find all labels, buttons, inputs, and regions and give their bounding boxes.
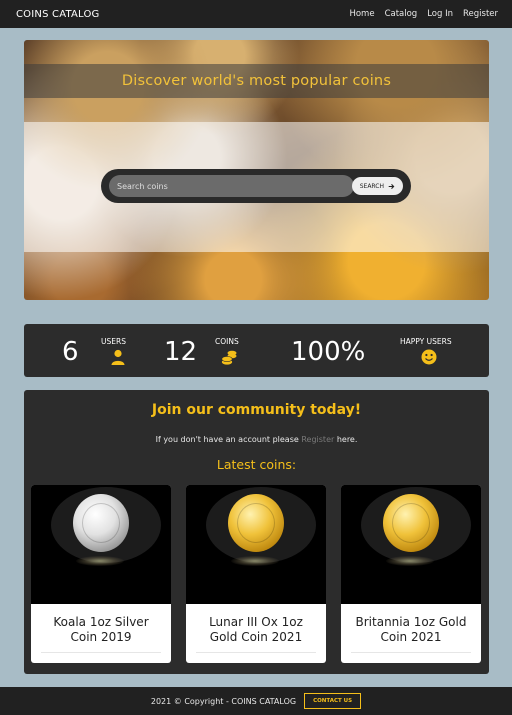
- card-divider: [41, 652, 161, 653]
- users-count: 6: [62, 337, 79, 367]
- coin-reflection: [76, 556, 124, 566]
- register-link[interactable]: Register: [301, 435, 334, 444]
- coin-title-line: Coin 2021: [380, 629, 442, 644]
- coin-reflection: [386, 556, 434, 566]
- coin-image: [73, 494, 129, 552]
- brand-logo[interactable]: COINS CATALOG: [16, 9, 99, 20]
- community-section: Join our community today! If you don't h…: [24, 390, 489, 674]
- happy-users-label: HAPPY USERS: [400, 337, 452, 346]
- smile-icon: [421, 349, 437, 365]
- coin-image: [383, 494, 439, 552]
- nav-links: Home Catalog Log In Register: [349, 9, 498, 19]
- card-divider: [351, 652, 471, 653]
- nav-login-link[interactable]: Log In: [427, 9, 453, 19]
- hero-title: Discover world's most popular coins: [121, 73, 392, 89]
- coin-card[interactable]: Koala 1oz Silver Coin 2019: [31, 485, 171, 663]
- contact-us-button[interactable]: CONTACT US: [304, 693, 362, 709]
- coin-card-title[interactable]: Britannia 1oz Gold Coin 2021: [347, 615, 475, 644]
- arrow-right-icon: [388, 183, 395, 189]
- coin-card-image: [186, 485, 326, 604]
- coin-card-title[interactable]: Lunar III Ox 1oz Gold Coin 2021: [192, 615, 320, 644]
- hero-title-band: Discover world's most popular coins: [24, 64, 489, 98]
- footer: 2021 © Copyright - COINS CATALOG CONTACT…: [0, 687, 512, 715]
- coin-card[interactable]: Lunar III Ox 1oz Gold Coin 2021: [186, 485, 326, 663]
- join-text: If you don't have an account please Regi…: [24, 435, 489, 444]
- happy-users-percent: 100%: [291, 337, 366, 367]
- user-icon: [111, 349, 125, 365]
- latest-coins-title: Latest coins:: [216, 457, 297, 472]
- join-text-after: here.: [336, 435, 358, 444]
- coin-card-title[interactable]: Koala 1oz Silver Coin 2019: [37, 615, 165, 644]
- coin-card-image: [31, 485, 171, 604]
- hero-banner: Discover world's most popular coins SEAR…: [24, 40, 489, 300]
- coin-title-line: Coin 2019: [70, 629, 132, 644]
- coins-label: COINS: [215, 337, 239, 346]
- navbar: COINS CATALOG Home Catalog Log In Regist…: [0, 0, 512, 28]
- coin-title-line: Lunar III Ox 1oz: [209, 615, 303, 629]
- join-text-before: If you don't have an account please: [155, 435, 299, 444]
- nav-home-link[interactable]: Home: [349, 9, 374, 19]
- stats-bar: 6 USERS 12 COINS 100% HAPPY USERS: [24, 324, 489, 377]
- coin-card[interactable]: Britannia 1oz Gold Coin 2021: [341, 485, 481, 663]
- coin-reflection: [231, 556, 279, 566]
- search-button[interactable]: SEARCH: [351, 177, 403, 195]
- coin-image: [228, 494, 284, 552]
- nav-catalog-link[interactable]: Catalog: [385, 9, 418, 19]
- join-title: Join our community today!: [151, 402, 362, 418]
- search-input[interactable]: [109, 175, 354, 197]
- coins-count: 12: [164, 337, 198, 367]
- nav-register-link[interactable]: Register: [463, 9, 498, 19]
- coin-title-line: Koala 1oz Silver: [53, 615, 149, 629]
- coin-title-line: Britannia 1oz Gold: [355, 615, 467, 629]
- footer-copyright: 2021 © Copyright - COINS CATALOG: [150, 696, 297, 706]
- coin-title-line: Gold Coin 2021: [209, 629, 303, 644]
- coin-card-image: [341, 485, 481, 604]
- coins-icon: [221, 350, 237, 365]
- card-divider: [196, 652, 316, 653]
- users-label: USERS: [101, 337, 126, 346]
- search-button-label: SEARCH: [359, 182, 384, 190]
- search-bar: SEARCH: [101, 169, 411, 203]
